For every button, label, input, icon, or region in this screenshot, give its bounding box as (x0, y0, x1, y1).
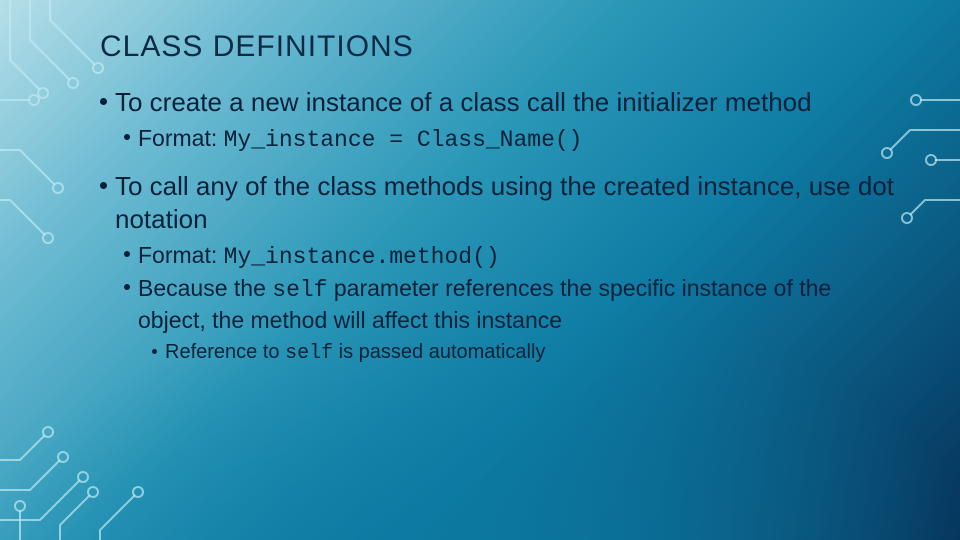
code-snippet: My_instance = Class_Name() (224, 127, 583, 153)
list-item: Format: My_instance = Class_Name() (124, 123, 900, 155)
slide-content: CLASS DEFINITIONS To create a new instan… (0, 0, 960, 402)
bullet-icon (152, 349, 157, 354)
bullet-icon (124, 251, 130, 257)
code-snippet: self (272, 277, 327, 303)
format-label: Format: (138, 125, 224, 151)
code-snippet: self (285, 342, 333, 365)
code-snippet: My_instance.method() (224, 244, 500, 270)
bullet-text: To call any of the class methods using t… (115, 170, 900, 237)
bullet-text: Reference to self is passed automaticall… (165, 339, 545, 367)
bullet-text: Format: My_instance = Class_Name() (138, 123, 582, 155)
slide-title: CLASS DEFINITIONS (100, 30, 900, 64)
bullet-text: To create a new instance of a class call… (115, 86, 812, 119)
list-item: To call any of the class methods using t… (100, 170, 900, 368)
bullet-icon (124, 284, 130, 290)
text-pre: Reference to (165, 341, 285, 363)
list-item: Reference to self is passed automaticall… (152, 339, 900, 367)
text-post: is passed automatically (333, 341, 545, 363)
list-item: Format: My_instance.method() (124, 240, 900, 272)
bullet-icon (100, 182, 107, 189)
bullet-text: Because the self parameter references th… (138, 273, 900, 336)
text-pre: Because the (138, 275, 272, 301)
bullet-list: To create a new instance of a class call… (100, 86, 900, 368)
list-item: Because the self parameter references th… (124, 273, 900, 368)
bullet-icon (100, 98, 107, 105)
list-item: To create a new instance of a class call… (100, 86, 900, 156)
bullet-text: Format: My_instance.method() (138, 240, 500, 272)
bullet-icon (124, 134, 130, 140)
format-label: Format: (138, 242, 224, 268)
